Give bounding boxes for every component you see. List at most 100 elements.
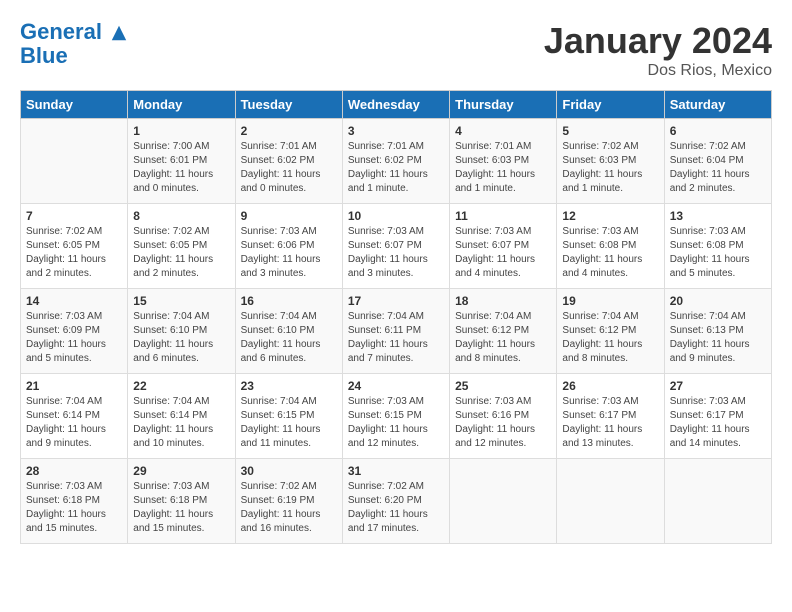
week-row-2: 7 Sunrise: 7:02 AM Sunset: 6:05 PM Daylig…	[21, 204, 772, 289]
day-number: 3	[348, 124, 444, 138]
day-number: 17	[348, 294, 444, 308]
title-block: January 2024 Dos Rios, Mexico	[544, 20, 772, 80]
day-number: 4	[455, 124, 551, 138]
month-title: January 2024	[544, 20, 772, 62]
day-number: 27	[670, 379, 766, 393]
calendar-cell: 17 Sunrise: 7:04 AM Sunset: 6:11 PM Dayli…	[342, 289, 449, 374]
calendar-cell: 18 Sunrise: 7:04 AM Sunset: 6:12 PM Dayli…	[450, 289, 557, 374]
calendar-cell: 28 Sunrise: 7:03 AM Sunset: 6:18 PM Dayli…	[21, 459, 128, 544]
cell-content: Sunrise: 7:04 AM Sunset: 6:13 PM Dayligh…	[670, 310, 766, 366]
cell-content: Sunrise: 7:00 AM Sunset: 6:01 PM Dayligh…	[133, 140, 229, 196]
cell-content: Sunrise: 7:04 AM Sunset: 6:10 PM Dayligh…	[133, 310, 229, 366]
calendar-cell	[664, 459, 771, 544]
location: Dos Rios, Mexico	[544, 62, 772, 80]
calendar-cell: 30Sunrise: 7:02 AM Sunset: 6:19 PM Dayli…	[235, 459, 342, 544]
day-number: 23	[241, 379, 337, 393]
cell-content: Sunrise: 7:04 AM Sunset: 6:14 PM Dayligh…	[26, 395, 122, 451]
calendar-cell: 22Sunrise: 7:04 AM Sunset: 6:14 PM Dayli…	[128, 374, 235, 459]
day-number: 6	[670, 124, 766, 138]
day-number: 20	[670, 294, 766, 308]
cell-content: Sunrise: 7:03 AM Sunset: 6:18 PM Dayligh…	[26, 480, 122, 536]
cell-content: Sunrise: 7:03 AM Sunset: 6:15 PM Dayligh…	[348, 395, 444, 451]
day-number: 1	[133, 124, 229, 138]
day-number: 9	[241, 209, 337, 223]
cell-content: Sunrise: 7:03 AM Sunset: 6:18 PM Dayligh…	[133, 480, 229, 536]
day-header-sunday: Sunday	[21, 91, 128, 119]
day-header-friday: Friday	[557, 91, 664, 119]
calendar-cell: 1 Sunrise: 7:00 AM Sunset: 6:01 PM Daylig…	[128, 119, 235, 204]
cell-content: Sunrise: 7:02 AM Sunset: 6:03 PM Dayligh…	[562, 140, 658, 196]
cell-content: Sunrise: 7:02 AM Sunset: 6:05 PM Dayligh…	[26, 225, 122, 281]
cell-content: Sunrise: 7:04 AM Sunset: 6:14 PM Dayligh…	[133, 395, 229, 451]
cell-content: Sunrise: 7:02 AM Sunset: 6:04 PM Dayligh…	[670, 140, 766, 196]
day-number: 16	[241, 294, 337, 308]
day-number: 25	[455, 379, 551, 393]
calendar-cell: 11Sunrise: 7:03 AM Sunset: 6:07 PM Dayli…	[450, 204, 557, 289]
cell-content: Sunrise: 7:02 AM Sunset: 6:20 PM Dayligh…	[348, 480, 444, 536]
logo-text2: Blue	[20, 44, 128, 68]
calendar-cell: 6 Sunrise: 7:02 AM Sunset: 6:04 PM Daylig…	[664, 119, 771, 204]
calendar-table: SundayMondayTuesdayWednesdayThursdayFrid…	[20, 90, 772, 544]
week-row-1: 1 Sunrise: 7:00 AM Sunset: 6:01 PM Daylig…	[21, 119, 772, 204]
calendar-cell: 15 Sunrise: 7:04 AM Sunset: 6:10 PM Dayli…	[128, 289, 235, 374]
cell-content: Sunrise: 7:01 AM Sunset: 6:03 PM Dayligh…	[455, 140, 551, 196]
day-number: 30	[241, 464, 337, 478]
cell-content: Sunrise: 7:04 AM Sunset: 6:12 PM Dayligh…	[455, 310, 551, 366]
day-number: 5	[562, 124, 658, 138]
calendar-cell: 24 Sunrise: 7:03 AM Sunset: 6:15 PM Dayli…	[342, 374, 449, 459]
cell-content: Sunrise: 7:03 AM Sunset: 6:09 PM Dayligh…	[26, 310, 122, 366]
calendar-cell: 21Sunrise: 7:04 AM Sunset: 6:14 PM Dayli…	[21, 374, 128, 459]
calendar-cell: 7 Sunrise: 7:02 AM Sunset: 6:05 PM Daylig…	[21, 204, 128, 289]
day-number: 15	[133, 294, 229, 308]
week-row-3: 14 Sunrise: 7:03 AM Sunset: 6:09 PM Dayli…	[21, 289, 772, 374]
calendar-cell: 2 Sunrise: 7:01 AM Sunset: 6:02 PM Daylig…	[235, 119, 342, 204]
page-header: General Blue January 2024 Dos Rios, Mexi…	[20, 20, 772, 80]
day-number: 10	[348, 209, 444, 223]
cell-content: Sunrise: 7:04 AM Sunset: 6:11 PM Dayligh…	[348, 310, 444, 366]
calendar-cell: 10 Sunrise: 7:03 AM Sunset: 6:07 PM Dayli…	[342, 204, 449, 289]
calendar-cell: 19Sunrise: 7:04 AM Sunset: 6:12 PM Dayli…	[557, 289, 664, 374]
day-header-wednesday: Wednesday	[342, 91, 449, 119]
cell-content: Sunrise: 7:01 AM Sunset: 6:02 PM Dayligh…	[348, 140, 444, 196]
cell-content: Sunrise: 7:03 AM Sunset: 6:07 PM Dayligh…	[348, 225, 444, 281]
calendar-cell: 25Sunrise: 7:03 AM Sunset: 6:16 PM Dayli…	[450, 374, 557, 459]
calendar-cell: 26 Sunrise: 7:03 AM Sunset: 6:17 PM Dayli…	[557, 374, 664, 459]
cell-content: Sunrise: 7:03 AM Sunset: 6:17 PM Dayligh…	[670, 395, 766, 451]
day-number: 7	[26, 209, 122, 223]
logo: General Blue	[20, 20, 128, 68]
week-row-5: 28 Sunrise: 7:03 AM Sunset: 6:18 PM Dayli…	[21, 459, 772, 544]
calendar-cell: 14 Sunrise: 7:03 AM Sunset: 6:09 PM Dayli…	[21, 289, 128, 374]
calendar-cell: 12 Sunrise: 7:03 AM Sunset: 6:08 PM Dayli…	[557, 204, 664, 289]
day-number: 8	[133, 209, 229, 223]
calendar-cell: 20 Sunrise: 7:04 AM Sunset: 6:13 PM Dayli…	[664, 289, 771, 374]
calendar-cell: 3 Sunrise: 7:01 AM Sunset: 6:02 PM Daylig…	[342, 119, 449, 204]
day-number: 31	[348, 464, 444, 478]
calendar-cell	[21, 119, 128, 204]
day-number: 19	[562, 294, 658, 308]
calendar-cell	[450, 459, 557, 544]
cell-content: Sunrise: 7:03 AM Sunset: 6:08 PM Dayligh…	[562, 225, 658, 281]
calendar-cell: 13Sunrise: 7:03 AM Sunset: 6:08 PM Dayli…	[664, 204, 771, 289]
day-header-saturday: Saturday	[664, 91, 771, 119]
cell-content: Sunrise: 7:03 AM Sunset: 6:06 PM Dayligh…	[241, 225, 337, 281]
calendar-cell: 23 Sunrise: 7:04 AM Sunset: 6:15 PM Dayli…	[235, 374, 342, 459]
day-number: 2	[241, 124, 337, 138]
cell-content: Sunrise: 7:01 AM Sunset: 6:02 PM Dayligh…	[241, 140, 337, 196]
calendar-cell: 16Sunrise: 7:04 AM Sunset: 6:10 PM Dayli…	[235, 289, 342, 374]
cell-content: Sunrise: 7:03 AM Sunset: 6:17 PM Dayligh…	[562, 395, 658, 451]
cell-content: Sunrise: 7:04 AM Sunset: 6:15 PM Dayligh…	[241, 395, 337, 451]
calendar-cell: 5 Sunrise: 7:02 AM Sunset: 6:03 PM Daylig…	[557, 119, 664, 204]
cell-content: Sunrise: 7:02 AM Sunset: 6:05 PM Dayligh…	[133, 225, 229, 281]
day-number: 14	[26, 294, 122, 308]
day-header-thursday: Thursday	[450, 91, 557, 119]
day-number: 28	[26, 464, 122, 478]
day-number: 12	[562, 209, 658, 223]
calendar-cell	[557, 459, 664, 544]
calendar-cell: 31 Sunrise: 7:02 AM Sunset: 6:20 PM Dayli…	[342, 459, 449, 544]
day-number: 18	[455, 294, 551, 308]
day-number: 24	[348, 379, 444, 393]
day-number: 26	[562, 379, 658, 393]
day-header-tuesday: Tuesday	[235, 91, 342, 119]
calendar-cell: 4 Sunrise: 7:01 AM Sunset: 6:03 PM Daylig…	[450, 119, 557, 204]
cell-content: Sunrise: 7:03 AM Sunset: 6:07 PM Dayligh…	[455, 225, 551, 281]
